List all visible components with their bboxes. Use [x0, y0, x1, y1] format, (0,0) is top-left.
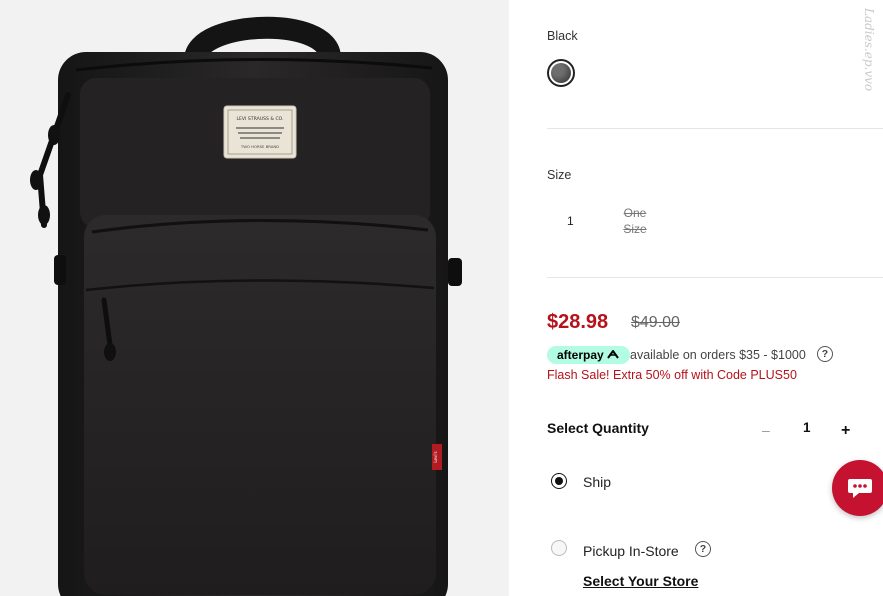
chat-icon: [848, 479, 872, 498]
afterpay-help-icon[interactable]: ?: [817, 346, 833, 362]
ship-radio[interactable]: [551, 473, 567, 489]
watermark: Ladies.ep.vvo: [862, 8, 876, 92]
afterpay-badge[interactable]: afterpay: [547, 346, 630, 364]
patch-text-bottom: TWO HORSE BRAND: [240, 144, 279, 149]
patch-text-top: LEVI STRAUSS & CO.: [236, 116, 283, 122]
quantity-label: Select Quantity: [547, 420, 649, 436]
size-option-1[interactable]: 1: [567, 214, 574, 228]
size-label: Size: [547, 168, 572, 182]
product-details: Black Size 1 One Size $28.98 $49.00 afte…: [509, 0, 883, 596]
color-label: Black: [547, 29, 578, 43]
size-option-line1: One: [623, 206, 647, 220]
chat-button[interactable]: [832, 460, 883, 516]
afterpay-logo-icon: [606, 350, 619, 359]
quantity-increase-button[interactable]: +: [841, 422, 850, 440]
pickup-help-icon[interactable]: ?: [695, 541, 711, 557]
afterpay-text: available on orders $35 - $1000: [630, 348, 806, 362]
ship-label[interactable]: Ship: [583, 474, 611, 490]
swatch-fill: [551, 63, 571, 83]
quantity-value: 1: [803, 420, 811, 435]
select-store-link[interactable]: Select Your Store: [583, 573, 698, 589]
side-tab-text: Levi's: [433, 451, 438, 462]
flash-sale-promo: Flash Sale! Extra 50% off with Code PLUS…: [547, 368, 797, 382]
size-option-one-size[interactable]: One Size: [620, 205, 650, 237]
product-image: LEVI STRAUSS & CO. TWO HORSE BRAND Levi'…: [0, 0, 509, 596]
pickup-label[interactable]: Pickup In-Store: [583, 543, 679, 559]
divider: [547, 277, 883, 278]
divider: [547, 128, 883, 129]
original-price: $49.00: [631, 314, 680, 331]
backpack-illustration: LEVI STRAUSS & CO. TWO HORSE BRAND Levi'…: [30, 16, 462, 596]
pickup-radio[interactable]: [551, 540, 567, 556]
sale-price: $28.98: [547, 311, 609, 333]
color-swatch-black[interactable]: [547, 59, 575, 87]
afterpay-badge-label: afterpay: [557, 348, 604, 362]
quantity-decrease-button[interactable]: –: [762, 422, 770, 438]
size-option-line2: Size: [623, 222, 647, 236]
